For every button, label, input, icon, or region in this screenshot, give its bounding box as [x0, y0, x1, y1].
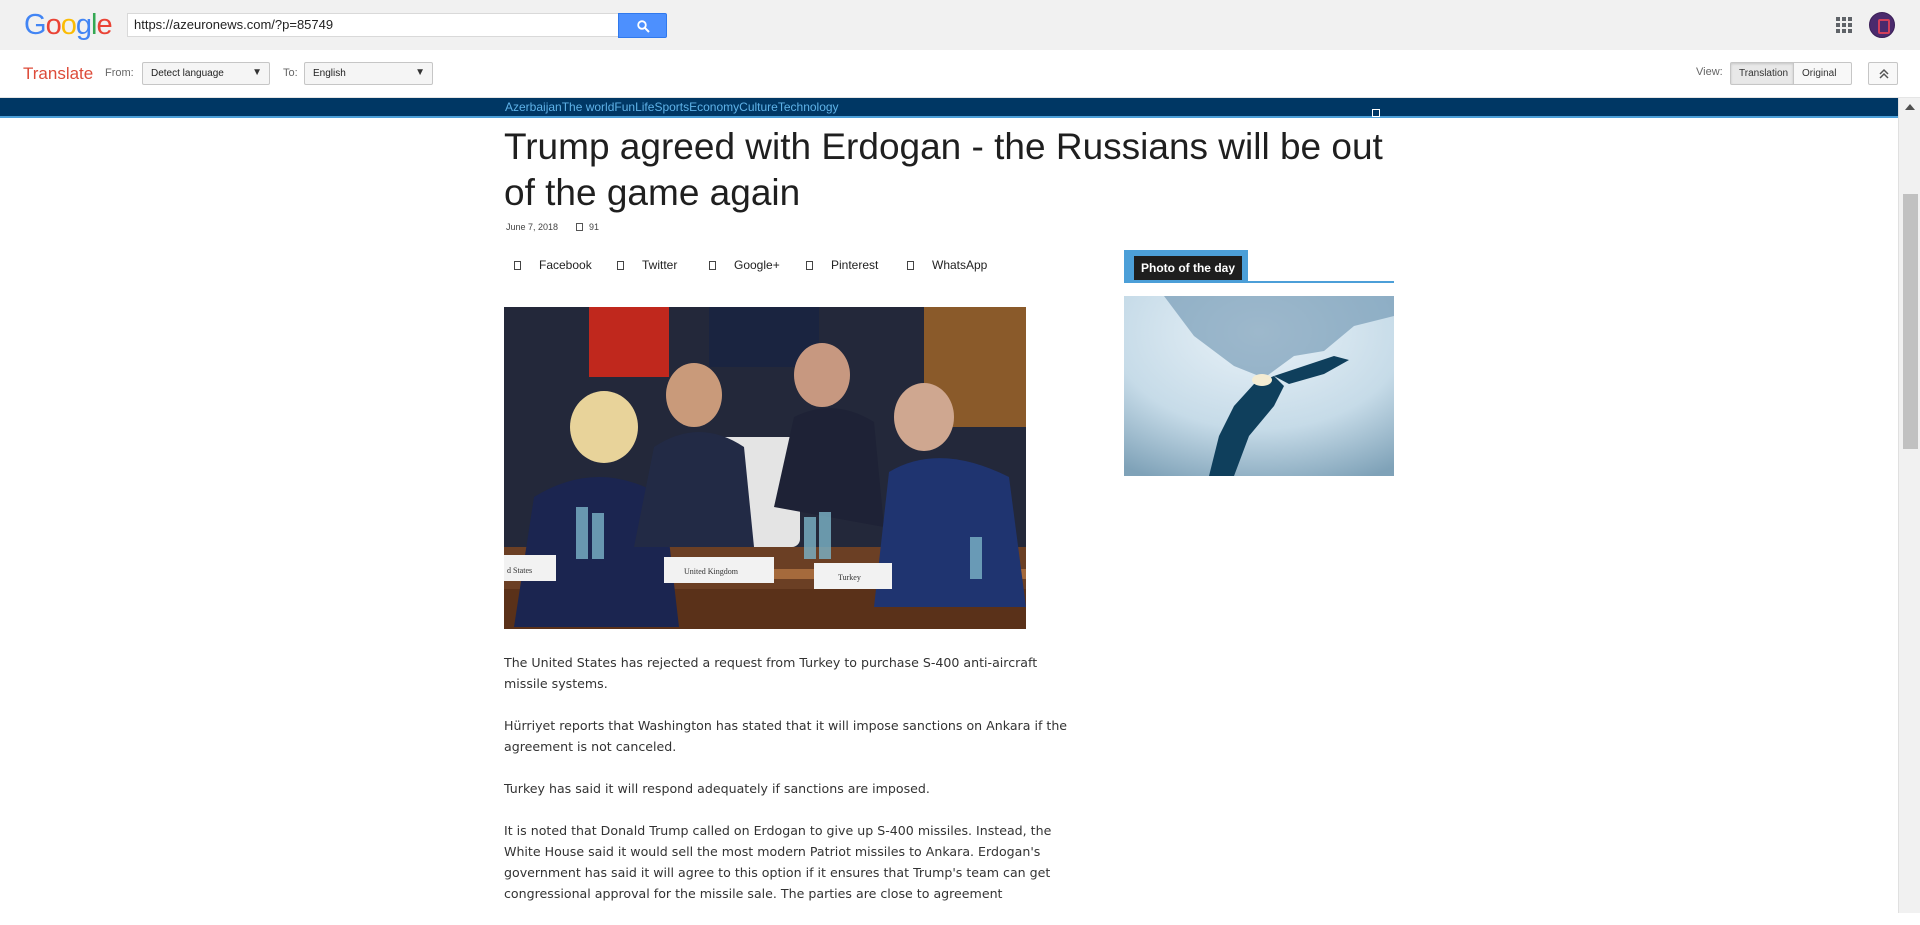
nav-item-culture[interactable]: Culture	[739, 100, 778, 114]
from-label: From:	[105, 67, 134, 79]
view-label: View:	[1696, 66, 1723, 78]
dropdown-arrow-icon: ▼	[415, 67, 425, 78]
to-language-value: English	[313, 68, 346, 79]
from-language-select[interactable]: Detect language ▼	[142, 62, 270, 85]
photo-of-day-header: Photo of the day	[1124, 250, 1394, 283]
placard-text: d States	[507, 566, 532, 575]
search-toggle-icon[interactable]	[1372, 109, 1380, 117]
google-top-bar: Google https://azeuronews.com/?p=85749	[0, 0, 1920, 50]
from-language-value: Detect language	[151, 68, 224, 79]
article-body: The United States has rejected a request…	[504, 652, 1074, 925]
search-button[interactable]	[618, 13, 667, 38]
share-pinterest[interactable]: Pinterest	[806, 258, 878, 272]
to-label: To:	[283, 67, 298, 79]
view-original-button[interactable]: Original	[1793, 62, 1852, 85]
share-label: Google+	[734, 258, 780, 272]
twitter-icon	[617, 261, 624, 270]
url-input[interactable]: https://azeuronews.com/?p=85749	[127, 13, 618, 37]
photo-of-day-tab: Photo of the day	[1124, 250, 1248, 283]
google-logo[interactable]: Google	[24, 9, 113, 42]
share-whatsapp[interactable]: WhatsApp	[907, 258, 987, 272]
apps-grid-icon[interactable]	[1836, 17, 1852, 33]
photo-of-day-label: Photo of the day	[1134, 256, 1242, 280]
share-label: Pinterest	[831, 258, 879, 272]
share-label: Twitter	[642, 258, 678, 272]
pinterest-icon	[806, 261, 813, 270]
scroll-thumb[interactable]	[1903, 194, 1918, 449]
facebook-icon	[514, 261, 521, 270]
nav-item-sports[interactable]: Sports	[654, 100, 689, 114]
article-meta: June 7, 2018 91	[506, 222, 599, 232]
share-facebook[interactable]: Facebook	[514, 258, 592, 272]
search-icon	[637, 20, 650, 33]
collapse-toolbar-button[interactable]	[1868, 62, 1898, 85]
translate-toolbar: Translate From: Detect language ▼ To: En…	[0, 50, 1920, 98]
share-googleplus[interactable]: Google+	[709, 258, 780, 272]
share-twitter[interactable]: Twitter	[617, 258, 677, 272]
nav-item-fun[interactable]: Fun	[614, 100, 635, 114]
double-chevron-up-icon	[1879, 68, 1889, 79]
account-avatar[interactable]	[1869, 12, 1895, 38]
comment-icon	[576, 223, 584, 231]
googleplus-icon	[709, 261, 716, 270]
translate-title[interactable]: Translate	[23, 64, 93, 84]
article-views: 91	[589, 222, 600, 232]
site-nav-bar: AzerbaijanThe worldFunLifeSportsEconomyC…	[0, 98, 1898, 118]
placard-text: United Kingdom	[684, 567, 739, 576]
share-label: Facebook	[539, 258, 592, 272]
page-scrollbar[interactable]	[1898, 98, 1920, 913]
article-paragraph: The United States has rejected a request…	[504, 655, 1038, 691]
site-nav-links: AzerbaijanThe worldFunLifeSportsEconomyC…	[505, 100, 839, 114]
article-title: Trump agreed with Erdogan - the Russians…	[504, 126, 1383, 213]
nav-item-the-world[interactable]: The world	[562, 100, 615, 114]
article-photo: d States United Kingdom Turkey	[504, 307, 1026, 629]
nav-item-azerbaijan[interactable]: Azerbaijan	[505, 100, 562, 114]
nav-item-technology[interactable]: Technology	[778, 100, 839, 114]
article-paragraph: It is noted that Donald Trump called on …	[504, 823, 1052, 901]
to-language-select[interactable]: English ▼	[304, 62, 433, 85]
dropdown-arrow-icon: ▼	[252, 67, 262, 78]
article-paragraph: Turkey has said it will respond adequate…	[504, 781, 930, 796]
nav-item-economy[interactable]: Economy	[689, 100, 739, 114]
photo-of-day-image[interactable]	[1124, 296, 1394, 476]
view-translation-button[interactable]: Translation	[1730, 62, 1794, 85]
nav-item-life[interactable]: Life	[635, 100, 654, 114]
article-paragraph: Hürriyet reports that Washington has sta…	[504, 718, 1068, 754]
placard-text: Turkey	[838, 573, 861, 582]
whatsapp-icon	[907, 261, 914, 270]
article-date: June 7, 2018	[506, 222, 559, 232]
scroll-up-arrow-icon[interactable]	[1905, 104, 1915, 110]
share-label: WhatsApp	[932, 258, 988, 272]
